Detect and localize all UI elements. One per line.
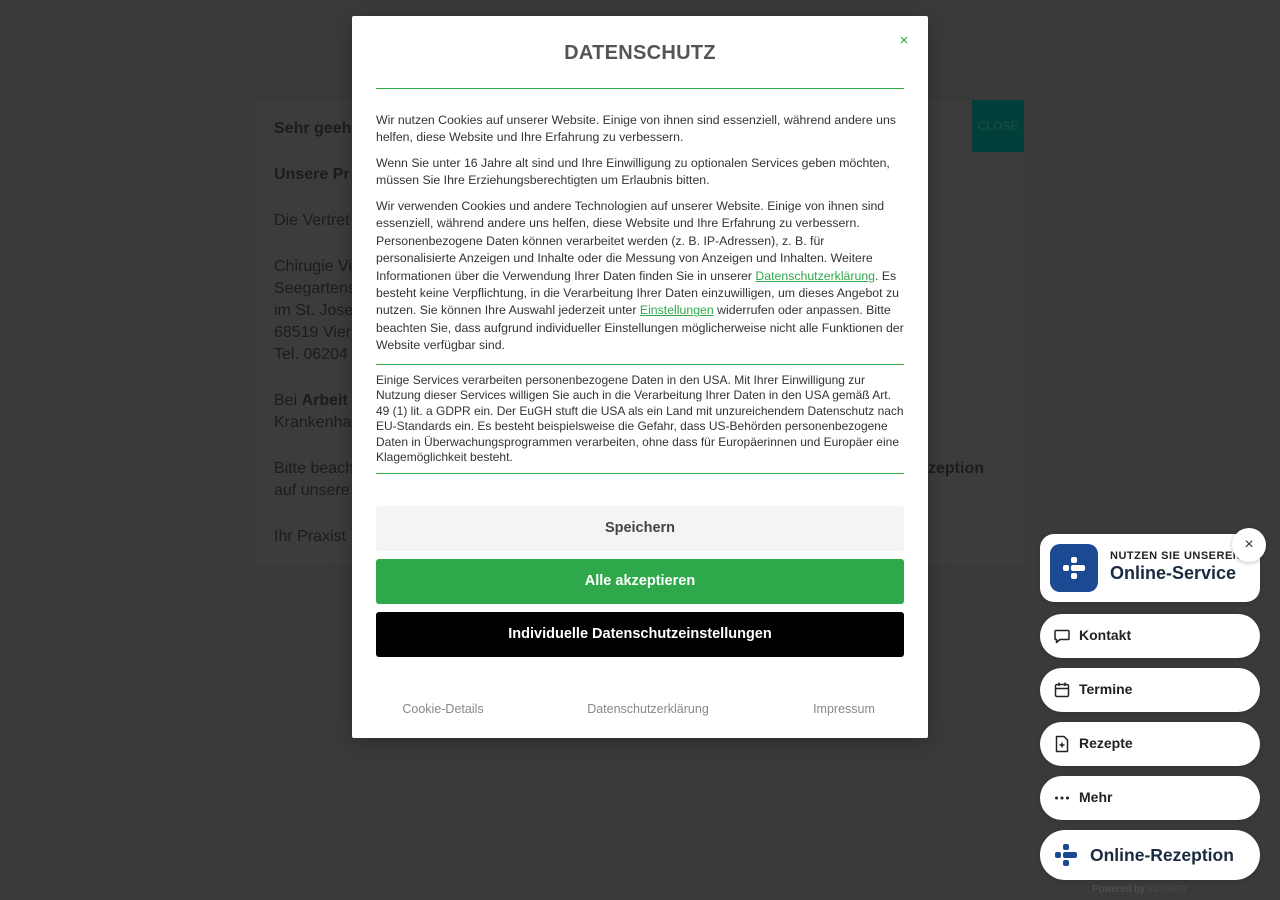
close-icon[interactable]: × bbox=[895, 32, 913, 50]
divider bbox=[376, 88, 904, 89]
bg-line-text: Tel. 06204 bbox=[274, 346, 348, 363]
widget-item-rezepte[interactable]: Rezepte bbox=[1040, 722, 1260, 766]
brand-logo-icon bbox=[1055, 844, 1077, 866]
chat-icon bbox=[1054, 629, 1070, 644]
privacy-policy-link[interactable]: Datenschutzerklärung bbox=[755, 269, 875, 283]
consent-details-text: Wir verwenden Cookies und andere Technol… bbox=[376, 199, 904, 353]
close-icon[interactable]: × bbox=[1232, 528, 1266, 562]
prescription-icon bbox=[1055, 735, 1069, 753]
individual-settings-button[interactable]: Individuelle Datenschutzeinstellungen bbox=[376, 612, 904, 657]
calendar-icon bbox=[1054, 682, 1070, 698]
bg-line-text: Seegartens bbox=[274, 280, 356, 297]
widget-item-label: Mehr bbox=[1079, 789, 1113, 805]
bg-line-text: Ihr Praxist bbox=[274, 528, 347, 545]
widget-item-mehr[interactable]: Mehr bbox=[1040, 776, 1260, 820]
background-close-button[interactable]: CLOSE bbox=[972, 100, 1024, 152]
bg-line-text: im St. Jose bbox=[274, 302, 354, 319]
imprint-link[interactable]: Impressum bbox=[804, 702, 884, 716]
online-service-caption: NUTZEN SIE UNSEREN bbox=[1110, 550, 1242, 562]
bg-line-text: Krankenha bbox=[274, 414, 352, 431]
widget-item-label: Kontakt bbox=[1079, 627, 1132, 643]
online-service-title: Online-Service bbox=[1110, 563, 1237, 583]
brand-logo-icon bbox=[1050, 544, 1098, 592]
settings-link[interactable]: Einstellungen bbox=[640, 303, 714, 317]
consent-intro-text: Wir nutzen Cookies auf unserer Website. … bbox=[376, 113, 896, 145]
accept-all-button[interactable]: Alle akzeptieren bbox=[376, 559, 904, 604]
consent-age-text: Wenn Sie unter 16 Jahre alt sind und Ihr… bbox=[376, 156, 890, 188]
online-reception-button[interactable]: Online-Rezeption bbox=[1040, 830, 1260, 880]
online-service-card[interactable]: NUTZEN SIE UNSEREN Online-Service bbox=[1040, 534, 1260, 602]
privacy-policy-footer-link[interactable]: Datenschutzerklärung bbox=[578, 702, 718, 716]
bg-line-text: 68519 Vier bbox=[274, 324, 352, 341]
powered-by-text: Powered by 321MED bbox=[1092, 884, 1187, 895]
bg-line-text: Bei Arbeit bbox=[274, 392, 348, 409]
widget-item-label: Termine bbox=[1079, 681, 1133, 697]
bg-line-text: Die Vertret bbox=[274, 212, 350, 229]
bg-line-greeting: Sehr geeh bbox=[274, 120, 352, 137]
cookie-details-link[interactable]: Cookie-Details bbox=[388, 702, 498, 716]
widget-item-kontakt[interactable]: Kontakt bbox=[1040, 614, 1260, 658]
dialog-title: DATENSCHUTZ bbox=[564, 42, 716, 64]
widget-item-termine[interactable]: Termine bbox=[1040, 668, 1260, 712]
more-icon bbox=[1055, 796, 1069, 800]
divider bbox=[376, 473, 904, 474]
bg-line-text: auf unsere bbox=[274, 482, 350, 499]
widget-item-label: Rezepte bbox=[1079, 735, 1133, 751]
us-data-transfer-text: Einige Services verarbeiten personenbezo… bbox=[376, 373, 904, 465]
divider bbox=[376, 364, 904, 365]
bg-line-text: Chirugie Vi bbox=[274, 258, 352, 275]
privacy-consent-dialog: DATENSCHUTZ × Wir nutzen Cookies auf uns… bbox=[352, 16, 928, 738]
bg-line-fragment: zeption bbox=[928, 460, 984, 477]
online-reception-label: Online-Rezeption bbox=[1090, 845, 1234, 865]
bg-line-heading: Unsere Pr bbox=[274, 166, 350, 183]
bg-line-text: Bitte beach bbox=[274, 460, 355, 477]
save-button[interactable]: Speichern bbox=[376, 506, 904, 551]
